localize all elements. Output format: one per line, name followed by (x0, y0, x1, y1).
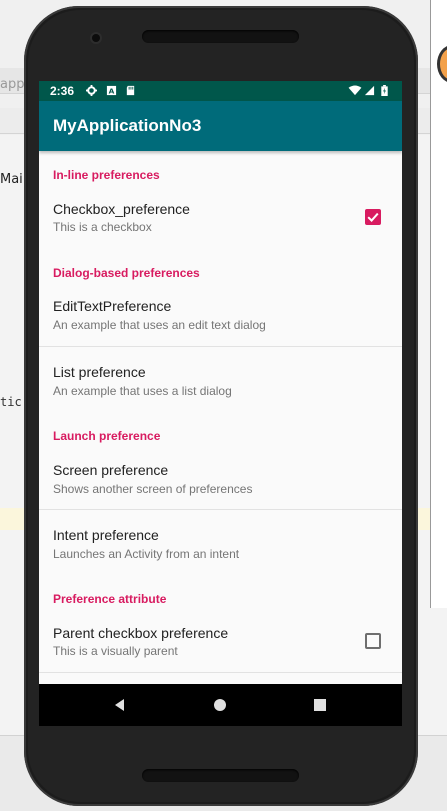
navigation-bar (39, 684, 402, 726)
screen-preference-summary: Shows another screen of preferences (53, 482, 253, 496)
checkbox-checked-icon[interactable] (365, 209, 381, 225)
ide-code-fragment: tic (0, 395, 22, 409)
list-preference[interactable]: List preference An example that uses a l… (39, 349, 402, 413)
app-bar: MyApplicationNo3 (39, 101, 402, 151)
screen-preference[interactable]: Screen preference Shows another screen o… (39, 447, 402, 511)
list-divider (39, 509, 402, 510)
edittext-preference-summary: An example that uses an edit text dialog (53, 318, 266, 332)
battery-icon (381, 85, 388, 96)
desktop-background: app Mai tic 2:36 A MyApplicationNo3 In-l… (0, 0, 447, 811)
sim-a-icon: A (106, 85, 117, 96)
checkbox-preference-summary: This is a checkbox (53, 220, 152, 234)
ide-right-panel (430, 0, 447, 608)
bottom-speaker-grille (142, 769, 299, 782)
list-divider (39, 346, 402, 347)
list-preference-title: List preference (53, 364, 146, 380)
top-speaker-grille (142, 30, 299, 43)
category-header-inline: In-line preferences (53, 168, 160, 182)
device-screen: 2:36 A MyApplicationNo3 In-line preferen… (39, 81, 402, 726)
settings-icon (86, 85, 97, 96)
edittext-preference[interactable]: EditTextPreference An example that uses … (39, 283, 402, 347)
parent-checkbox-preference[interactable]: Parent checkbox preference This is a vis… (39, 610, 402, 674)
app-title: MyApplicationNo3 (53, 116, 202, 135)
checkbox-preference-title: Checkbox_preference (53, 201, 190, 217)
preference-list[interactable]: In-line preferences Checkbox_preference … (39, 151, 402, 684)
ide-text-fragment: app (0, 77, 25, 92)
list-divider (39, 672, 402, 673)
screen-preference-title: Screen preference (53, 462, 169, 478)
category-header-dialog: Dialog-based preferences (53, 266, 200, 280)
category-header-launch: Launch preference (53, 429, 161, 443)
intent-preference-title: Intent preference (53, 527, 159, 543)
list-preference-summary: An example that uses a list dialog (53, 384, 232, 398)
intent-preference[interactable]: Intent preference Launches an Activity f… (39, 512, 402, 576)
checkbox-preference[interactable]: Checkbox_preference This is a checkbox (39, 186, 402, 250)
category-header-attribute: Preference attribute (53, 592, 167, 606)
signal-icon (364, 85, 375, 96)
front-camera-icon (92, 34, 100, 42)
parent-checkbox-preference-summary: This is a visually parent (53, 644, 178, 658)
ide-tab-fragment: Mai (0, 172, 23, 187)
checkbox-unchecked-icon[interactable] (365, 633, 381, 649)
svg-text:A: A (109, 87, 115, 96)
sd-card-icon (126, 85, 135, 96)
parent-checkbox-preference-title: Parent checkbox preference (53, 625, 229, 641)
recents-icon[interactable] (309, 694, 331, 716)
home-icon[interactable] (209, 694, 231, 716)
wifi-icon (348, 85, 362, 96)
status-time: 2:36 (50, 84, 75, 98)
intent-preference-summary: Launches an Activity from an intent (53, 547, 240, 561)
back-icon[interactable] (109, 694, 131, 716)
edittext-preference-title: EditTextPreference (53, 298, 172, 314)
status-bar: 2:36 A (39, 81, 402, 101)
